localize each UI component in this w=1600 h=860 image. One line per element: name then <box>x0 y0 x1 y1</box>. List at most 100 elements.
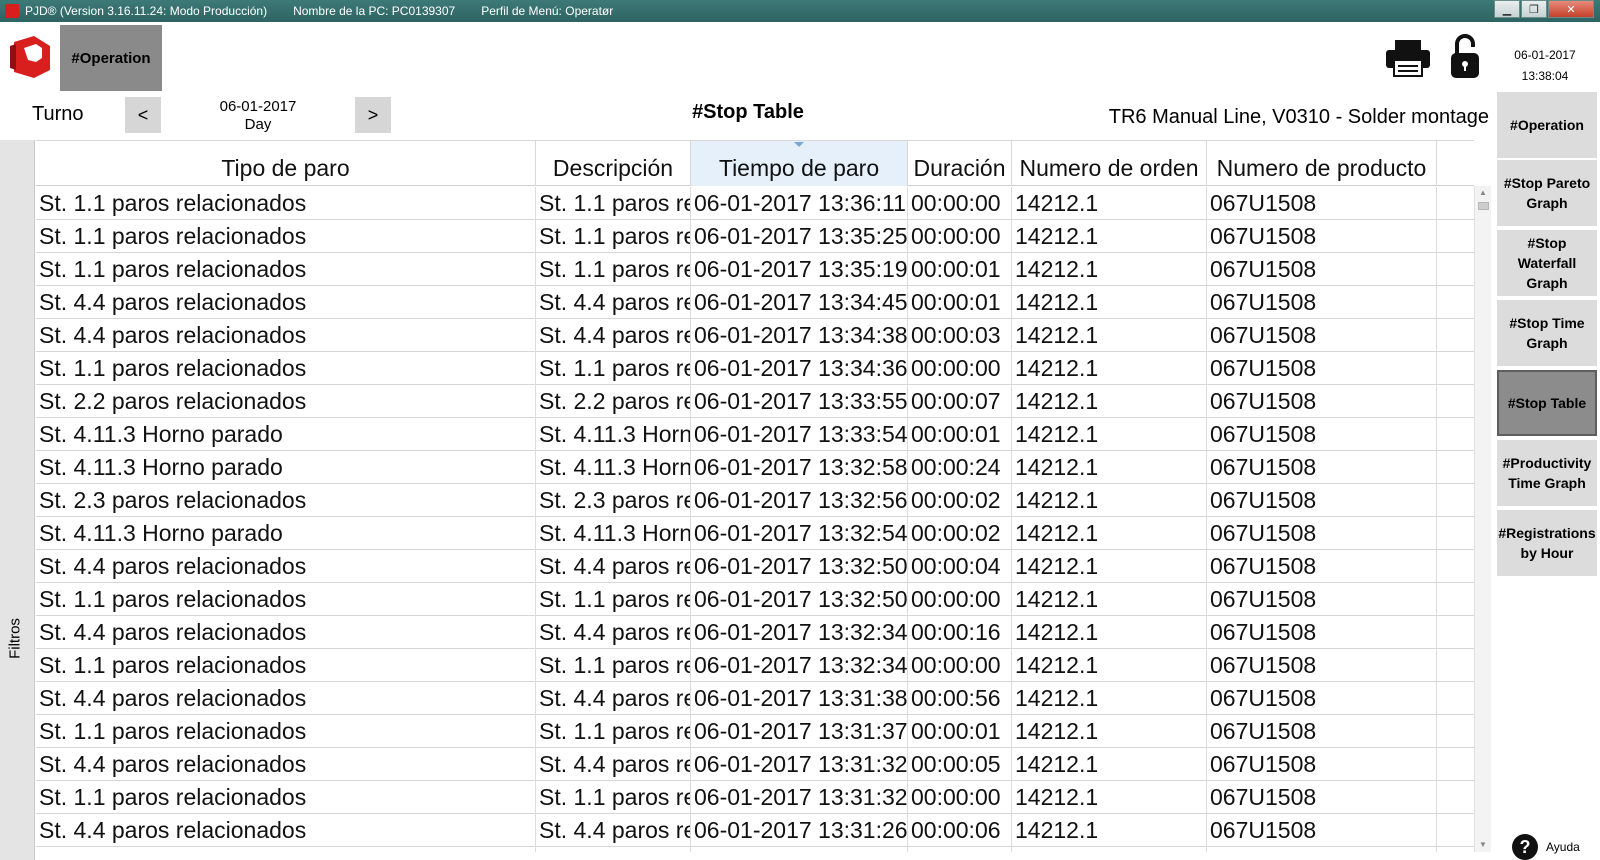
table-row[interactable]: St. 1.1 paros relacionadosSt. 1.1 paros … <box>36 187 1474 220</box>
minimize-button[interactable]: ▁ <box>1494 0 1520 18</box>
table-cell: St. 1.1 paros re <box>536 583 691 616</box>
title-bar: PJD® (Version 3.16.11.24: Modo Producció… <box>0 0 1600 22</box>
table-row[interactable]: St. 2.2 paros relacionados St. 2.2 paros … <box>36 385 1474 418</box>
table-cell: St. 4.11.3 Horno parado <box>36 418 536 451</box>
table-row[interactable]: St. 1.1 paros relacionadosSt. 1.1 paros … <box>36 781 1474 814</box>
table-cell: 00:00:03 <box>908 319 1012 352</box>
table-cell: 067U1508 <box>1207 847 1437 852</box>
table-cell: 00:00:01 <box>908 418 1012 451</box>
table-cell: 06-01-2017 13:32:58 <box>691 451 908 484</box>
table-cell: St. 4.4 paros relacionados <box>36 319 536 352</box>
close-button[interactable]: ✕ <box>1548 0 1594 18</box>
table-cell: 14212.1 <box>1012 583 1207 616</box>
column-header[interactable]: Tiempo de paro <box>691 141 908 186</box>
column-header[interactable]: Descripción <box>536 141 691 186</box>
table-row[interactable]: St. 4.4 paros relacionados St. 4.4 paros … <box>36 748 1474 781</box>
nav-button[interactable]: #Stop Time Graph <box>1497 300 1597 366</box>
table-cell: St. 4.4 paros re <box>536 682 691 715</box>
column-header[interactable]: Duración <box>908 141 1012 186</box>
table-cell: 06-01-2017 13:32:34 <box>691 649 908 682</box>
table-row[interactable]: St. 1.1 paros relacionadosSt. 1.1 paros … <box>36 583 1474 616</box>
table-row[interactable]: St. 1.1 paros relacionadosSt. 1.1 paros … <box>36 352 1474 385</box>
next-shift-button[interactable]: > <box>355 97 391 133</box>
page-title: #Stop Table <box>692 101 804 123</box>
table-cell: St. 4.4 paros relacionados <box>36 682 536 715</box>
table-cell: 067U1508 <box>1207 385 1437 418</box>
nav-button[interactable]: #Productivity Time Graph <box>1497 440 1597 506</box>
table-cell: St. 4.4 paros re <box>536 286 691 319</box>
table-row[interactable]: St. 4.4 paros relacionados St. 4.4 paros … <box>36 682 1474 715</box>
table-cell: St. 1.1 paros relacionados <box>36 649 536 682</box>
previous-shift-button[interactable]: < <box>125 97 161 133</box>
printer-icon[interactable] <box>1384 38 1432 78</box>
table-header: Tipo de paro Descripción Tiempo de paro Dur… <box>36 141 1474 186</box>
column-header[interactable]: Numero de orden <box>1012 141 1207 186</box>
table-cell: St. 4.4 paros re <box>536 550 691 583</box>
table-cell: 06-01-2017 13:31:37 <box>691 715 908 748</box>
table-row[interactable]: St. 2.3 paros relacionados St. 2.3 paros … <box>36 484 1474 517</box>
vertical-scrollbar[interactable]: ▲ ▼ <box>1474 186 1491 852</box>
stop-table: Tipo de paro Descripción Tiempo de paro Dur… <box>36 140 1474 852</box>
table-row[interactable]: St. 4.4 paros relacionados St. 4.4 paros … <box>36 286 1474 319</box>
scroll-thumb[interactable] <box>1478 202 1489 210</box>
table-cell: St. 1.1 paros relacionados <box>36 352 536 385</box>
table-row[interactable]: St. 1.1 paros relacionadosSt. 1.1 paros … <box>36 220 1474 253</box>
table-row[interactable]: St. 1.1 paros relacionadosSt. 1.1 paros … <box>36 649 1474 682</box>
column-header[interactable]: Tipo de paro <box>36 141 536 186</box>
table-cell: St. 4.4 paros re <box>536 616 691 649</box>
table-cell: 067U1508 <box>1207 616 1437 649</box>
table-row[interactable]: St. 4.4 paros relacionados St. 4.4 paros … <box>36 616 1474 649</box>
table-cell: 067U1508 <box>1207 814 1437 847</box>
nav-button[interactable]: #Stop Waterfall Graph <box>1497 230 1597 296</box>
nav-button[interactable]: #Stop Table <box>1497 370 1597 436</box>
table-cell: 067U1508 <box>1207 484 1437 517</box>
table-cell: St. 1.1 paros re <box>536 781 691 814</box>
filters-label: Filtros <box>6 618 24 659</box>
column-header[interactable]: Numero de producto <box>1207 141 1437 186</box>
nav-button[interactable]: #Registrations by Hour <box>1497 510 1597 576</box>
table-cell: St. 1.1 paros relacionados <box>36 187 536 220</box>
table-cell: St. 2.3 paros re <box>536 484 691 517</box>
table-cell: 06-01-2017 13:34:45 <box>691 286 908 319</box>
maximize-button[interactable]: ❐ <box>1521 0 1547 18</box>
table-cell: 00:00:00 <box>908 352 1012 385</box>
scroll-up-arrow-icon[interactable]: ▲ <box>1475 186 1491 200</box>
table-cell: 00:00:07 <box>908 385 1012 418</box>
table-row[interactable]: St. 4.11.3 Horno parado St. 4.11.3 Horn 06… <box>36 418 1474 451</box>
table-row[interactable]: St. 4.4 paros relacionados St. 4.4 paros … <box>36 319 1474 352</box>
table-cell: 06-01-2017 13:34:36 <box>691 352 908 385</box>
table-cell: St. 4.11.3 Horn <box>536 517 691 550</box>
table-row[interactable]: St. 4.4 paros relacionados St. 4.4 paros … <box>36 550 1474 583</box>
table-cell: 14212.1 <box>1012 352 1207 385</box>
table-cell: 067U1508 <box>1207 286 1437 319</box>
table-row[interactable]: St. 4.11.3 Horno parado St. 4.11.3 Horn 06… <box>36 451 1474 484</box>
filters-tab[interactable]: Filtros <box>0 140 35 860</box>
table-row[interactable]: St. 1.1 paros relacionadosSt. 1.1 paros … <box>36 253 1474 286</box>
table-cell: St. 1.1 paros re <box>536 847 691 852</box>
table-row[interactable]: St. 4.11.3 Horno parado St. 4.11.3 Horn 06… <box>36 517 1474 550</box>
nav-button[interactable]: #Operation <box>1497 92 1597 158</box>
unlock-icon[interactable] <box>1449 34 1481 80</box>
table-cell: 067U1508 <box>1207 748 1437 781</box>
table-cell: 14212.1 <box>1012 649 1207 682</box>
nav-button[interactable]: #Stop Pareto Graph <box>1497 160 1597 226</box>
table-cell: 00:00:00 <box>908 781 1012 814</box>
table-cell: 14212.1 <box>1012 220 1207 253</box>
table-cell: 06-01-2017 13:32:50 <box>691 550 908 583</box>
table-cell: 00:00:00 <box>908 220 1012 253</box>
help-button[interactable]: ? Ayuda <box>1512 834 1580 860</box>
table-cell: St. 1.1 paros relacionados <box>36 220 536 253</box>
help-icon[interactable]: ? <box>1512 834 1538 860</box>
table-cell: 14212.1 <box>1012 682 1207 715</box>
table-cell: 067U1508 <box>1207 517 1437 550</box>
table-cell: 067U1508 <box>1207 253 1437 286</box>
table-cell: 06-01-2017 13:34:38 <box>691 319 908 352</box>
table-row[interactable]: St. 4.4 paros relacionados St. 4.4 paros … <box>36 814 1474 847</box>
table-row[interactable]: St. 1.1 paros relacionadosSt. 1.1 paros … <box>36 715 1474 748</box>
window-controls: ▁ ❐ ✕ <box>1493 0 1594 18</box>
table-cell: 00:00:06 <box>908 814 1012 847</box>
table-cell: 00:00:00 <box>908 649 1012 682</box>
table-row[interactable]: St. 1.1 paros relacionadosSt. 1.1 paros … <box>36 847 1474 852</box>
scroll-down-arrow-icon[interactable]: ▼ <box>1475 838 1491 852</box>
table-cell: 06-01-2017 13:35:19 <box>691 253 908 286</box>
